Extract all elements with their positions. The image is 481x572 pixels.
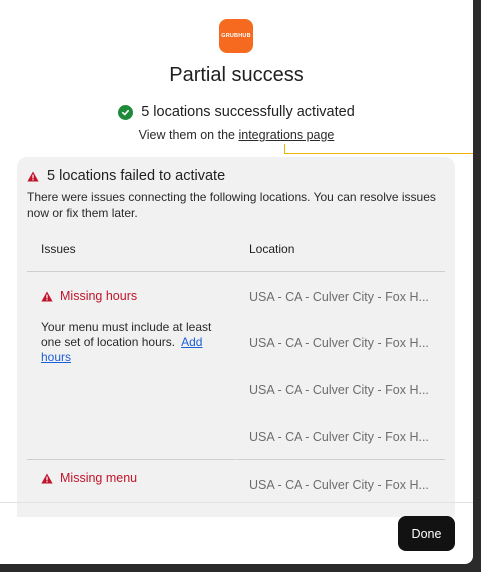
warning-icon xyxy=(41,473,53,483)
location-cell: USA - CA - Culver City - Fox H... xyxy=(249,336,429,350)
issue-label: Missing menu xyxy=(60,471,138,485)
callout-connector-horizontal xyxy=(284,153,473,154)
done-button[interactable]: Done xyxy=(398,516,455,551)
view-prefix: View them on the xyxy=(138,128,235,142)
header-divider xyxy=(27,271,445,272)
failed-description: There were issues connecting the followi… xyxy=(27,190,436,220)
failed-title: 5 locations failed to activate xyxy=(27,168,225,184)
group-divider xyxy=(237,459,445,460)
footer-divider xyxy=(0,502,473,503)
logo-text: GRUBHUB xyxy=(221,33,251,39)
group-divider xyxy=(27,459,236,460)
column-header-issues: Issues xyxy=(41,242,76,256)
location-cell: USA - CA - Culver City - Fox H... xyxy=(249,478,429,492)
integrations-page-link[interactable]: integrations page xyxy=(238,128,334,142)
warning-icon xyxy=(27,171,39,181)
warning-icon xyxy=(41,291,53,301)
issue-label: Missing hours xyxy=(60,289,138,303)
success-text: 5 locations successfully activated xyxy=(141,104,355,120)
failed-title-text: 5 locations failed to activate xyxy=(47,168,226,184)
location-cell: USA - CA - Culver City - Fox H... xyxy=(249,290,429,304)
issue-missing-hours: Missing hours xyxy=(41,289,137,303)
check-circle-icon xyxy=(118,104,134,120)
column-header-location: Location xyxy=(249,242,295,256)
location-cell: USA - CA - Culver City - Fox H... xyxy=(249,430,429,444)
issue-missing-menu: Missing menu xyxy=(41,471,137,485)
location-cell: USA - CA - Culver City - Fox H... xyxy=(249,383,429,397)
view-integrations-line: View them on the integrations page xyxy=(0,128,473,142)
failed-locations-panel[interactable]: 5 locations failed to activate There wer… xyxy=(17,157,455,517)
partial-success-dialog: GRUBHUB Partial success 5 locations succ… xyxy=(0,0,473,564)
grubhub-logo: GRUBHUB xyxy=(219,19,253,53)
dialog-title: Partial success xyxy=(169,64,304,86)
success-summary: 5 locations successfully activated xyxy=(0,104,473,120)
issue-description: Your menu must include at least one set … xyxy=(41,320,231,365)
